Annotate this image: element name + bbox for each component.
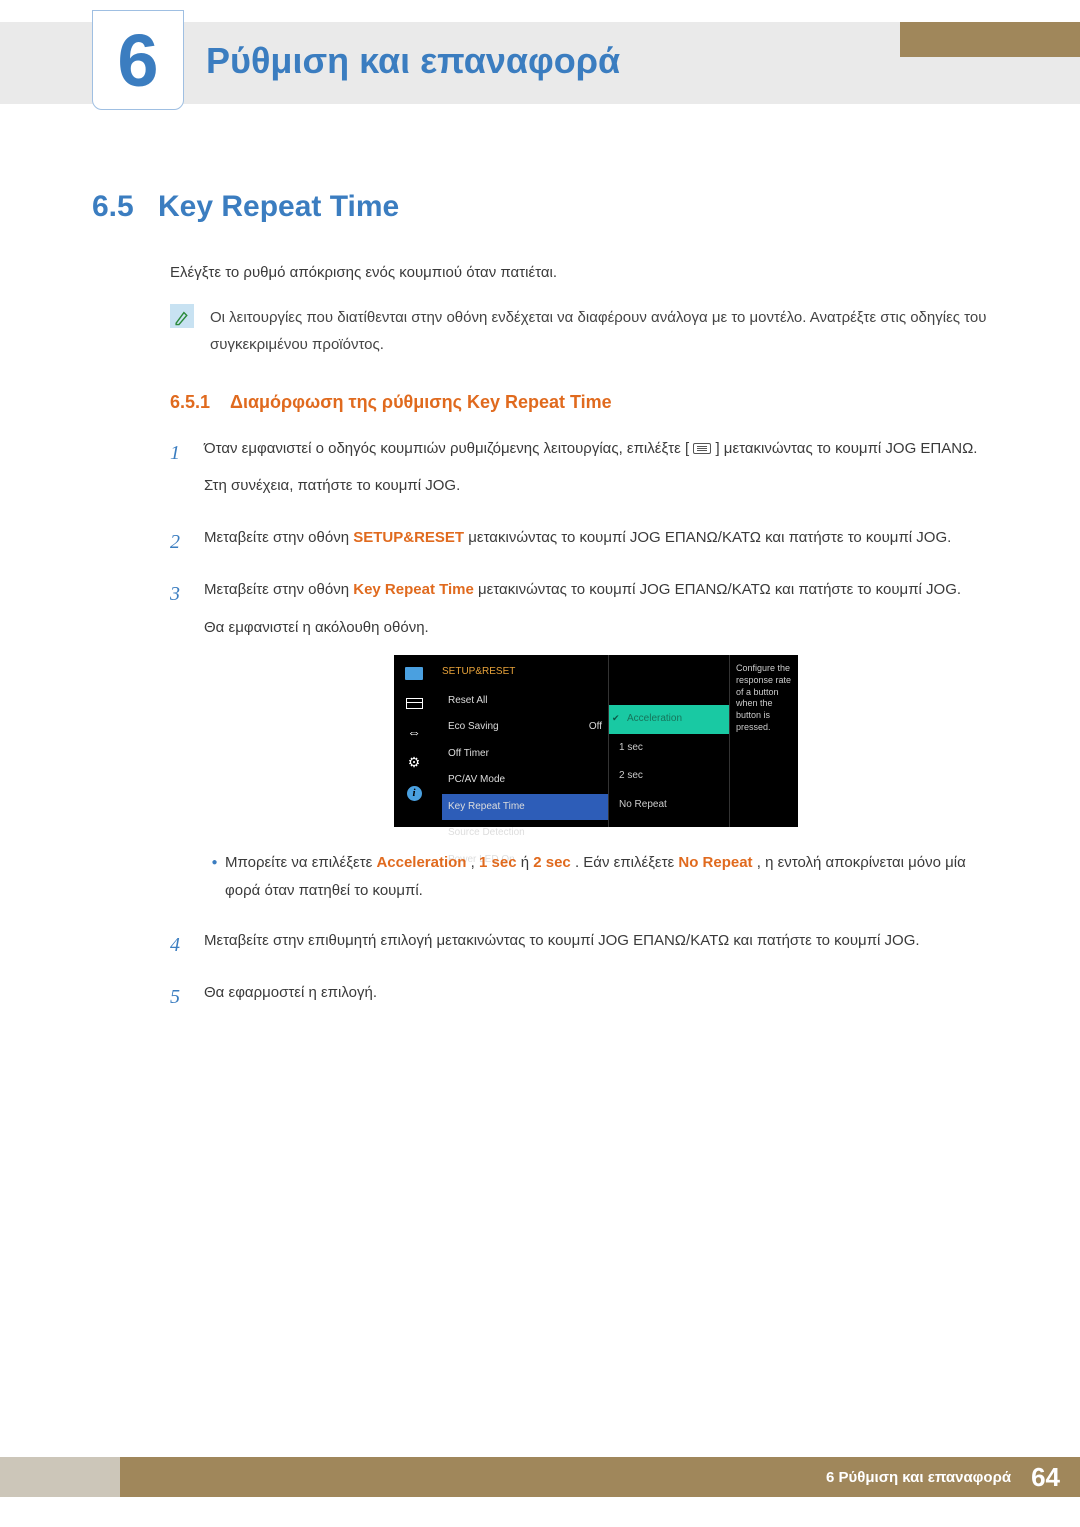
chapter-badge: 6: [92, 10, 184, 110]
bullet-text: . Εάν επιλέξετε: [575, 854, 678, 871]
step-number: 3: [170, 576, 204, 913]
step-number: 4: [170, 927, 204, 965]
section-heading: 6.5 Key Repeat Time: [92, 190, 988, 224]
step-text: Μεταβείτε στην οθόνη: [204, 529, 353, 546]
osd-sub-item: 2 sec: [609, 762, 729, 791]
osd-item: Reset All: [442, 688, 608, 715]
bullet-text: ή: [521, 854, 534, 871]
footer: 6 Ρύθμιση και επαναφορά 64: [0, 1457, 1080, 1497]
highlight: 2 sec: [533, 854, 571, 871]
chapter-title: Ρύθμιση και επαναφορά: [206, 40, 620, 82]
header-accent: [900, 22, 1080, 57]
steps-list: 1 Όταν εμφανιστεί ο οδηγός κουμπιών ρυθμ…: [170, 435, 988, 1017]
osd-sub-selected: Acceleration: [609, 705, 729, 734]
footer-accent: [0, 1457, 120, 1497]
highlight: Acceleration: [376, 854, 466, 871]
osd-screenshot: ⇔ ⚙ i SETUP&RESET Reset All Eco SavingOf…: [204, 655, 988, 827]
osd-item-selected: Key Repeat Time: [442, 794, 608, 821]
arrows-icon: ⇔: [404, 725, 424, 741]
osd-sub-item: No Repeat: [609, 791, 729, 820]
menu-icon: [693, 443, 711, 454]
step-text: Στη συνέχεια, πατήστε το κουμπί JOG.: [204, 472, 988, 500]
info-icon: i: [404, 785, 424, 801]
osd-item: PC/AV Mode: [442, 767, 608, 794]
highlight: 1 sec: [479, 854, 517, 871]
bullet-item: ● Μπορείτε να επιλέξετε Acceleration , 1…: [204, 849, 988, 905]
step-text: ] μετακινώντας το κουμπί JOG ΕΠΑΝΩ.: [715, 440, 977, 457]
step-1: 1 Όταν εμφανιστεί ο οδηγός κουμπιών ρυθμ…: [170, 435, 988, 511]
highlight: SETUP&RESET: [353, 529, 464, 546]
osd-sub-item: 1 sec: [609, 734, 729, 763]
note-text: Οι λειτουργίες που διατίθενται στην οθόν…: [210, 304, 988, 358]
bullet-text: Μπορείτε να επιλέξετε: [225, 854, 376, 871]
osd-item: Off Timer: [442, 741, 608, 768]
bullet-text: ,: [471, 854, 479, 871]
note-icon: [170, 304, 194, 328]
step-number: 2: [170, 524, 204, 562]
highlight: Key Repeat Time: [353, 581, 474, 598]
step-text: Μεταβείτε στην οθόνη: [204, 581, 353, 598]
footer-chapter: 6 Ρύθμιση και επαναφορά: [826, 1469, 1011, 1486]
osd-tab-icons: ⇔ ⚙ i: [394, 655, 434, 827]
step-4: 4 Μεταβείτε στην επιθυμητή επιλογή μετακ…: [170, 927, 988, 965]
note-block: Οι λειτουργίες που διατίθενται στην οθόν…: [170, 304, 988, 358]
subsection-heading: 6.5.1 Διαμόρφωση της ρύθμισης Key Repeat…: [170, 392, 988, 413]
osd-item: Eco SavingOff: [442, 714, 608, 741]
osd-item: Source Detection: [442, 820, 608, 847]
step-3: 3 Μεταβείτε στην οθόνη Key Repeat Time μ…: [170, 576, 988, 913]
osd-submenu: Acceleration 1 sec 2 sec No Repeat: [609, 655, 729, 827]
step-text: μετακινώντας το κουμπί JOG ΕΠΑΝΩ/ΚΑΤΩ κα…: [468, 529, 951, 546]
step-5: 5 Θα εφαρμοστεί η επιλογή.: [170, 979, 988, 1017]
osd-description: Configure the response rate of a button …: [729, 655, 798, 827]
monitor-icon: [404, 665, 424, 681]
card-icon: [404, 695, 424, 711]
osd-menu: SETUP&RESET Reset All Eco SavingOff Off …: [434, 655, 609, 827]
page-number: 64: [1031, 1462, 1060, 1493]
step-text: Μεταβείτε στην επιθυμητή επιλογή μετακιν…: [204, 927, 988, 955]
step-text: Όταν εμφανιστεί ο οδηγός κουμπιών ρυθμιζ…: [204, 440, 689, 457]
step-2: 2 Μεταβείτε στην οθόνη SETUP&RESET μετακ…: [170, 524, 988, 562]
subsection-title: Διαμόρφωση της ρύθμισης Key Repeat Time: [230, 392, 612, 413]
step-text: μετακινώντας το κουμπί JOG ΕΠΑΝΩ/ΚΑΤΩ κα…: [478, 581, 961, 598]
section-title: Key Repeat Time: [158, 190, 399, 224]
bullet-icon: ●: [204, 849, 225, 905]
section-number: 6.5: [92, 190, 158, 224]
page-content: 6.5 Key Repeat Time Ελέγξτε το ρυθμό από…: [92, 190, 988, 1030]
gear-icon: ⚙: [404, 755, 424, 771]
step-number: 5: [170, 979, 204, 1017]
subsection-number: 6.5.1: [170, 392, 230, 413]
highlight: No Repeat: [678, 854, 752, 871]
section-intro: Ελέγξτε το ρυθμό απόκρισης ενός κουμπιού…: [170, 260, 988, 286]
step-text: Θα εμφανιστεί η ακόλουθη οθόνη.: [204, 614, 988, 642]
step-text: Θα εφαρμοστεί η επιλογή.: [204, 979, 988, 1007]
osd-header: SETUP&RESET: [442, 663, 608, 682]
step-number: 1: [170, 435, 204, 511]
